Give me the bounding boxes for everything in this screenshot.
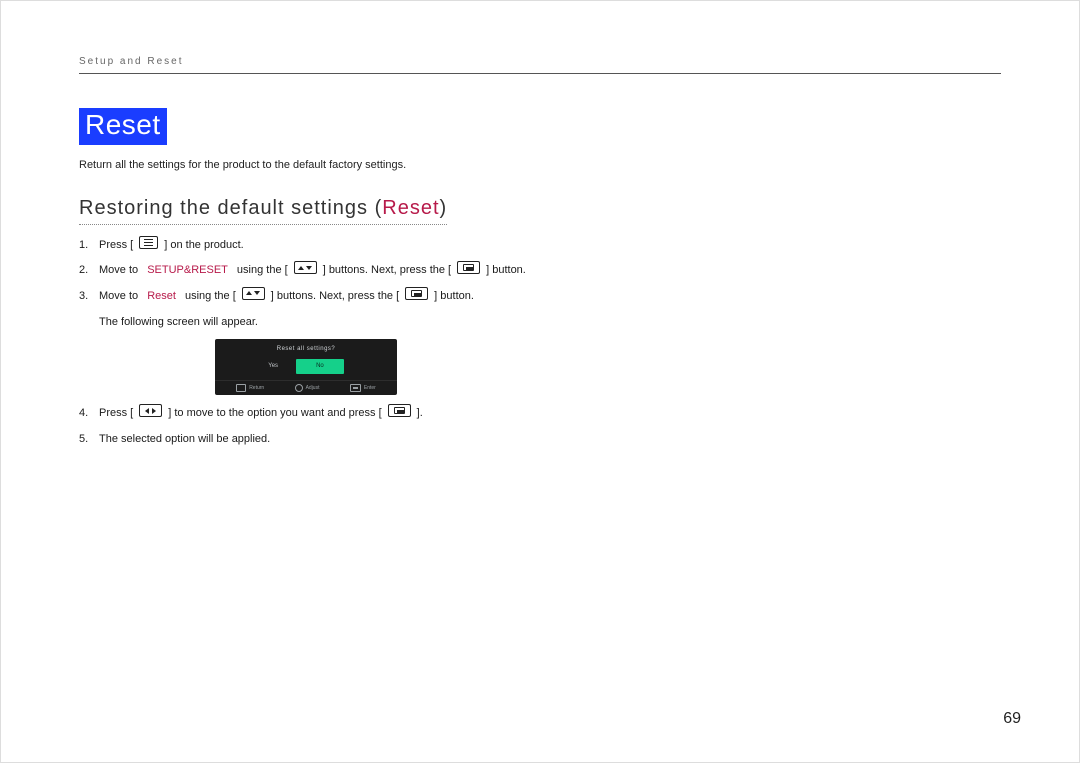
step-text: ] to move to the option you want and pre…	[168, 405, 381, 423]
updown-icon	[242, 287, 265, 300]
step-1: 1. Press [ ] on the product.	[79, 237, 1001, 255]
step-text: Move to	[99, 262, 141, 280]
enter-icon	[405, 287, 428, 300]
step-3-note: The following screen will appear.	[99, 314, 1001, 332]
enter-icon	[388, 404, 411, 417]
step-5: 5. The selected option will be applied.	[79, 431, 1001, 449]
enter-icon	[350, 384, 361, 392]
step-3: 3. Move to Reset using the [ ] buttons. …	[79, 288, 1001, 306]
osd-screenshot: Reset all settings? Yes No Return Adjust…	[215, 339, 397, 395]
subheading: Restoring the default settings (Reset)	[79, 197, 447, 225]
step-2: 2. Move to SETUP&RESET using the [ ] but…	[79, 262, 1001, 280]
step-text: ] buttons. Next, press the [	[323, 262, 451, 280]
step-text: Press [	[99, 237, 133, 255]
leftright-icon	[139, 404, 162, 417]
step-text: ] buttons. Next, press the [	[271, 288, 399, 306]
step-text: ] button.	[434, 288, 474, 306]
updown-icon	[294, 261, 317, 274]
osd-question: Reset all settings?	[277, 345, 336, 355]
osd-body: Reset all settings? Yes No	[215, 339, 397, 380]
return-icon	[236, 384, 246, 392]
content-area: Setup and Reset Reset Return all the set…	[79, 56, 1001, 763]
menu-icon	[139, 236, 158, 249]
breadcrumb: Setup and Reset	[79, 56, 1001, 74]
osd-footer: Return Adjust Enter	[215, 380, 397, 395]
step-text: The selected option will be applied.	[99, 431, 270, 449]
step-4: 4. Press [ ] to move to the option you w…	[79, 405, 1001, 423]
section-title: Reset	[79, 108, 167, 145]
step-number: 4.	[79, 405, 93, 423]
osd-options: Yes No	[268, 359, 343, 375]
subheading-wrapper: Restoring the default settings (Reset)	[79, 171, 1001, 225]
step-accent: Reset	[147, 288, 176, 306]
page-number: 69	[1003, 710, 1021, 728]
osd-option-no: No	[296, 359, 344, 375]
step-text: ] on the product.	[164, 237, 244, 255]
step-number: 3.	[79, 288, 93, 306]
section-title-wrapper: Reset	[79, 74, 1001, 145]
step-number: 1.	[79, 237, 93, 255]
step-text: ] button.	[486, 262, 526, 280]
adjust-icon	[295, 384, 303, 392]
step-number: 5.	[79, 431, 93, 449]
subhead-suffix: )	[440, 197, 448, 219]
osd-foot-adjust: Adjust	[295, 384, 320, 392]
step-text: using the [	[234, 262, 288, 280]
osd-foot-enter: Enter	[350, 384, 376, 392]
subhead-accent: Reset	[382, 197, 439, 219]
document-page: Setup and Reset Reset Return all the set…	[0, 0, 1080, 763]
step-accent: SETUP&RESET	[147, 262, 228, 280]
steps-list: 1. Press [ ] on the product. 2. Move to …	[79, 237, 1001, 449]
intro-text: Return all the settings for the product …	[79, 159, 1001, 171]
subhead-prefix: Restoring the default settings (	[79, 197, 382, 219]
osd-option-yes: Yes	[268, 362, 278, 372]
enter-icon	[457, 261, 480, 274]
step-text: Press [	[99, 405, 133, 423]
step-text: using the [	[182, 288, 236, 306]
step-text: Move to	[99, 288, 141, 306]
osd-foot-return: Return	[236, 384, 264, 392]
step-text: ].	[417, 405, 423, 423]
step-number: 2.	[79, 262, 93, 280]
